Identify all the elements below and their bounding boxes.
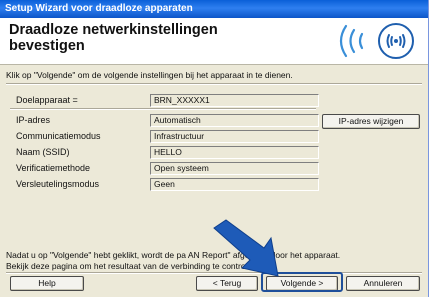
header-panel: Draadloze netwerkinstellingen bevestigen — [0, 18, 428, 65]
separator — [10, 108, 316, 110]
help-button[interactable]: Help — [10, 276, 84, 291]
label-communication-mode: Communicatiemodus — [16, 131, 101, 141]
label-ip-address: IP-adres — [16, 115, 51, 125]
wizard-window: Setup Wizard voor draadloze apparaten Dr… — [0, 0, 429, 297]
title-bar[interactable]: Setup Wizard voor draadloze apparaten — [0, 0, 428, 18]
separator — [6, 83, 422, 85]
arrow-pointer-icon — [213, 219, 279, 277]
label-encryption-mode: Versleutelingsmodus — [16, 179, 100, 189]
label-authentication-method: Verificatiemethode — [16, 163, 91, 173]
value-target-device: BRN_XXXXX1 — [150, 94, 319, 107]
page-title: Draadloze netwerkinstellingen bevestigen — [9, 22, 218, 54]
change-ip-button[interactable]: IP-adres wijzigen — [322, 114, 420, 129]
label-ssid: Naam (SSID) — [16, 147, 70, 157]
wireless-signal-icon — [339, 23, 414, 59]
value-ip-address: Automatisch — [150, 114, 319, 127]
window-title: Setup Wizard voor draadloze apparaten — [5, 3, 193, 14]
value-ssid: HELLO — [150, 146, 319, 159]
value-communication-mode: Infrastructuur — [150, 130, 319, 143]
value-authentication-method: Open systeem — [150, 162, 319, 175]
cancel-button[interactable]: Annuleren — [346, 276, 420, 291]
instruction-text: Klik op "Volgende" om de volgende instel… — [6, 70, 293, 80]
label-target-device: Doelapparaat = — [16, 95, 78, 105]
value-encryption-mode: Geen — [150, 178, 319, 191]
page-margin — [429, 0, 434, 297]
